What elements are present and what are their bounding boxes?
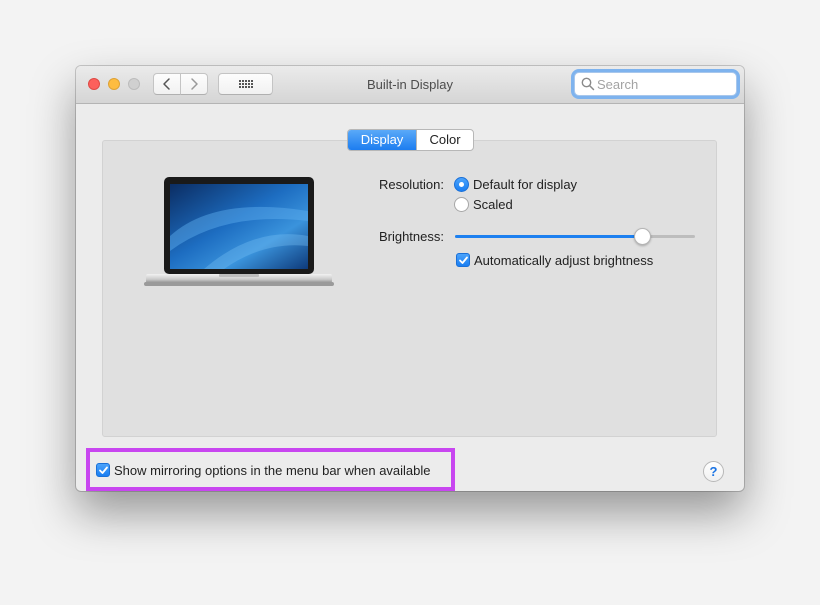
tab-display[interactable]: Display — [348, 130, 416, 150]
search-input[interactable] — [597, 75, 727, 93]
brightness-slider-fill — [455, 235, 643, 238]
auto-brightness-label[interactable]: Automatically adjust brightness — [474, 253, 653, 268]
tab-bar: Display Color — [347, 129, 474, 151]
radio-scaled[interactable] — [454, 197, 469, 212]
auto-brightness-checkbox[interactable] — [456, 253, 470, 267]
search-field[interactable] — [574, 72, 737, 96]
system-preferences-window: Built-in Display Display Color — [76, 66, 744, 491]
tab-color[interactable]: Color — [416, 130, 473, 150]
resolution-label: Resolution: — [378, 177, 444, 192]
title-bar: Built-in Display — [76, 66, 744, 104]
brightness-slider[interactable] — [455, 228, 695, 245]
checkmark-icon — [459, 256, 468, 264]
option-scaled[interactable]: Scaled — [473, 197, 513, 212]
annotation-highlight-box — [86, 448, 455, 491]
radio-default-for-display[interactable] — [454, 177, 469, 192]
search-icon — [581, 77, 595, 91]
macbook-image — [144, 177, 334, 286]
brightness-label: Brightness: — [378, 229, 444, 244]
option-default-for-display[interactable]: Default for display — [473, 177, 577, 192]
help-button[interactable]: ? — [703, 461, 724, 482]
